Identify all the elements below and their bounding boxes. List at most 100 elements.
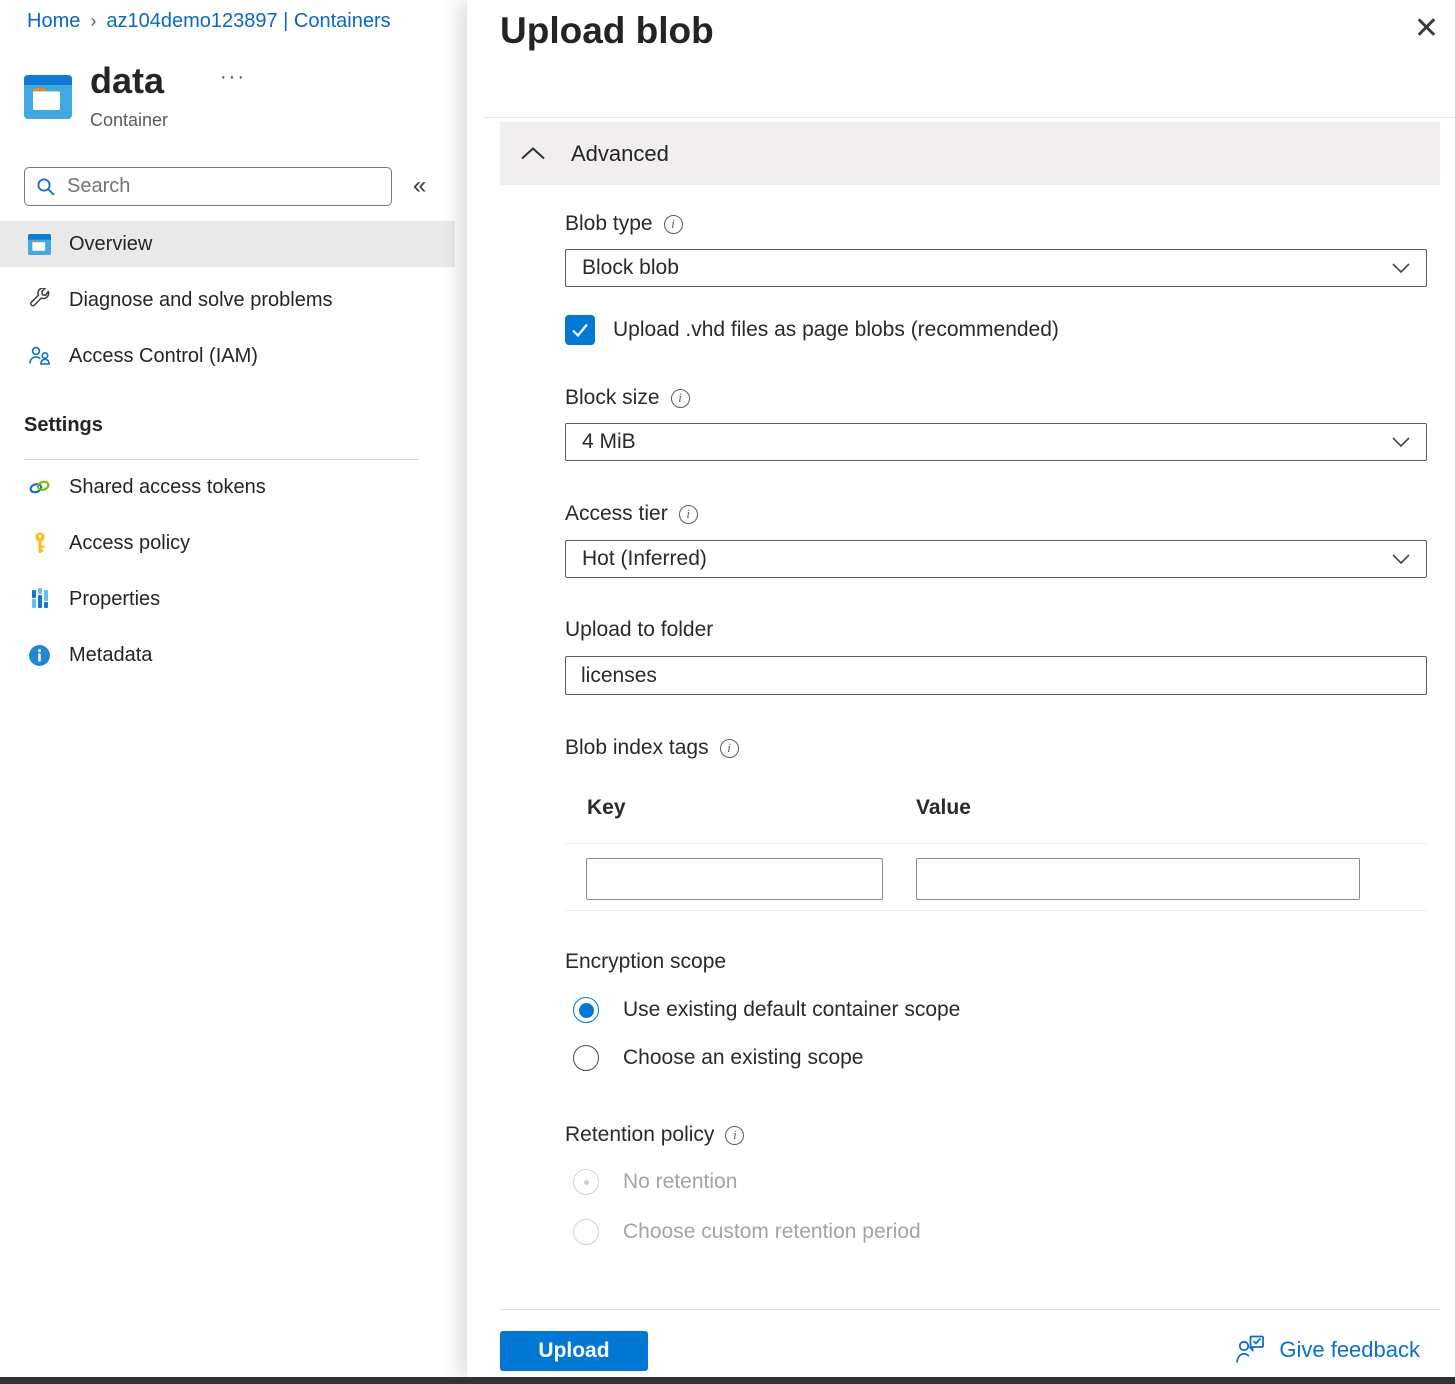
- radio-label: Use existing default container scope: [623, 998, 960, 1022]
- panel-title: Upload blob: [500, 10, 714, 52]
- radio-label: Choose custom retention period: [623, 1220, 921, 1244]
- upload-folder-label: Upload to folder: [565, 618, 713, 642]
- chevron-up-icon: [520, 147, 546, 160]
- sidebar-item-label: Access policy: [69, 532, 190, 555]
- upload-button[interactable]: Upload: [500, 1331, 648, 1371]
- encryption-existing-scope-radio-row: Choose an existing scope: [573, 1045, 864, 1071]
- retention-policy-label-row: Retention policy i: [565, 1123, 744, 1147]
- close-icon[interactable]: ✕: [1414, 14, 1439, 44]
- container-blade-sidebar: Home › az104demo123897 | Containers data ·…: [0, 0, 467, 1377]
- radio-disabled-icon: [573, 1219, 599, 1245]
- breadcrumb: Home › az104demo123897 | Containers: [27, 10, 391, 33]
- search-input[interactable]: [67, 175, 357, 198]
- custom-retention-radio-row: Choose custom retention period: [573, 1219, 921, 1245]
- container-icon: [24, 75, 72, 119]
- page-subtitle: Container: [90, 110, 168, 131]
- people-icon: [27, 344, 52, 368]
- sidebar-item-access-control[interactable]: Access Control (IAM): [0, 333, 467, 379]
- settings-divider: [24, 459, 418, 460]
- index-tags-label: Blob index tags: [565, 736, 709, 760]
- sliders-icon: [27, 587, 52, 611]
- access-tier-label-row: Access tier i: [565, 502, 698, 526]
- sidebar-settings-nav: Shared access tokens Access policy: [0, 464, 467, 688]
- blob-type-label-row: Blob type i: [565, 212, 683, 236]
- sidebar-item-label: Shared access tokens: [69, 476, 266, 499]
- tag-value-input[interactable]: [916, 858, 1360, 900]
- info-tooltip-icon[interactable]: i: [725, 1126, 744, 1145]
- footer-divider: [500, 1309, 1440, 1310]
- block-size-value: 4 MiB: [582, 430, 636, 454]
- vhd-checkbox[interactable]: [565, 315, 595, 345]
- access-tier-select[interactable]: Hot (Inferred): [565, 540, 1427, 578]
- radio-label: Choose an existing scope: [623, 1046, 864, 1070]
- info-tooltip-icon[interactable]: i: [720, 739, 739, 758]
- tags-divider: [565, 843, 1427, 844]
- more-menu-button[interactable]: ···: [220, 66, 246, 89]
- give-feedback-link[interactable]: Give feedback: [1234, 1334, 1420, 1365]
- overview-window-icon: [27, 232, 52, 256]
- no-retention-radio-row: No retention: [573, 1169, 737, 1195]
- sidebar-item-diagnose[interactable]: Diagnose and solve problems: [0, 277, 467, 323]
- sidebar-item-overview[interactable]: Overview: [0, 221, 455, 267]
- wrench-icon: [27, 288, 52, 312]
- radio-unselected-icon[interactable]: [573, 1045, 599, 1071]
- tag-value-header: Value: [916, 796, 971, 820]
- search-icon: [35, 176, 57, 198]
- chevron-down-icon: [1392, 263, 1410, 273]
- advanced-section-toggle[interactable]: Advanced: [500, 122, 1440, 185]
- info-tooltip-icon[interactable]: i: [671, 389, 690, 408]
- vhd-checkbox-label: Upload .vhd files as page blobs (recomme…: [613, 318, 1059, 342]
- sidebar-item-label: Properties: [69, 588, 160, 611]
- breadcrumb-containers-link[interactable]: az104demo123897 | Containers: [106, 10, 390, 32]
- breadcrumb-separator: ›: [90, 11, 96, 31]
- block-size-label: Block size: [565, 386, 660, 410]
- give-feedback-label: Give feedback: [1279, 1337, 1420, 1363]
- advanced-section-label: Advanced: [571, 141, 669, 167]
- sidebar-search: [24, 167, 392, 206]
- sidebar-nav: Overview Diagnose and solve problems Acc…: [0, 221, 467, 389]
- chevron-down-icon: [1392, 437, 1410, 447]
- sidebar-item-label: Diagnose and solve problems: [69, 289, 333, 312]
- radio-selected-icon[interactable]: [573, 997, 599, 1023]
- bottom-edge-strip: [0, 1377, 1455, 1384]
- block-size-label-row: Block size i: [565, 386, 690, 410]
- chevron-down-icon: [1392, 554, 1410, 564]
- upload-folder-label-row: Upload to folder: [565, 618, 713, 642]
- info-tooltip-icon[interactable]: i: [664, 215, 683, 234]
- info-tooltip-icon[interactable]: i: [679, 505, 698, 524]
- blob-type-value: Block blob: [582, 256, 679, 280]
- radio-disabled-selected-icon: [573, 1169, 599, 1195]
- blob-type-label: Blob type: [565, 212, 653, 236]
- encryption-default-scope-radio-row: Use existing default container scope: [573, 997, 960, 1023]
- index-tags-label-row: Blob index tags i: [565, 736, 739, 760]
- panel-divider: [484, 117, 1455, 118]
- access-tier-label: Access tier: [565, 502, 668, 526]
- sidebar-item-metadata[interactable]: Metadata: [0, 632, 467, 678]
- sidebar-item-access-policy[interactable]: Access policy: [0, 520, 467, 566]
- settings-section-header: Settings: [24, 414, 103, 437]
- sidebar-item-properties[interactable]: Properties: [0, 576, 467, 622]
- tag-key-header: Key: [587, 796, 626, 820]
- upload-folder-input[interactable]: [565, 656, 1427, 695]
- link-icon: [27, 475, 52, 499]
- feedback-person-icon: [1234, 1334, 1267, 1365]
- check-icon: [571, 322, 589, 338]
- upload-blob-panel: Upload blob ✕ Advanced Blob type i Block…: [467, 0, 1455, 1377]
- block-size-select[interactable]: 4 MiB: [565, 423, 1427, 461]
- collapse-sidebar-button[interactable]: «: [413, 172, 426, 200]
- blob-type-select[interactable]: Block blob: [565, 249, 1427, 287]
- sidebar-item-label: Metadata: [69, 644, 152, 667]
- vhd-checkbox-row: Upload .vhd files as page blobs (recomme…: [565, 315, 1059, 345]
- access-tier-value: Hot (Inferred): [582, 547, 707, 571]
- info-icon: [27, 643, 52, 667]
- sidebar-item-label: Overview: [69, 233, 152, 256]
- key-icon: [27, 531, 52, 555]
- encryption-scope-label-row: Encryption scope: [565, 950, 726, 974]
- breadcrumb-home-link[interactable]: Home: [27, 10, 80, 32]
- tag-key-input[interactable]: [586, 858, 883, 900]
- sidebar-item-shared-access-tokens[interactable]: Shared access tokens: [0, 464, 467, 510]
- radio-label: No retention: [623, 1170, 737, 1194]
- page-title: data: [90, 60, 164, 102]
- tags-divider: [565, 910, 1427, 911]
- retention-policy-label: Retention policy: [565, 1123, 714, 1147]
